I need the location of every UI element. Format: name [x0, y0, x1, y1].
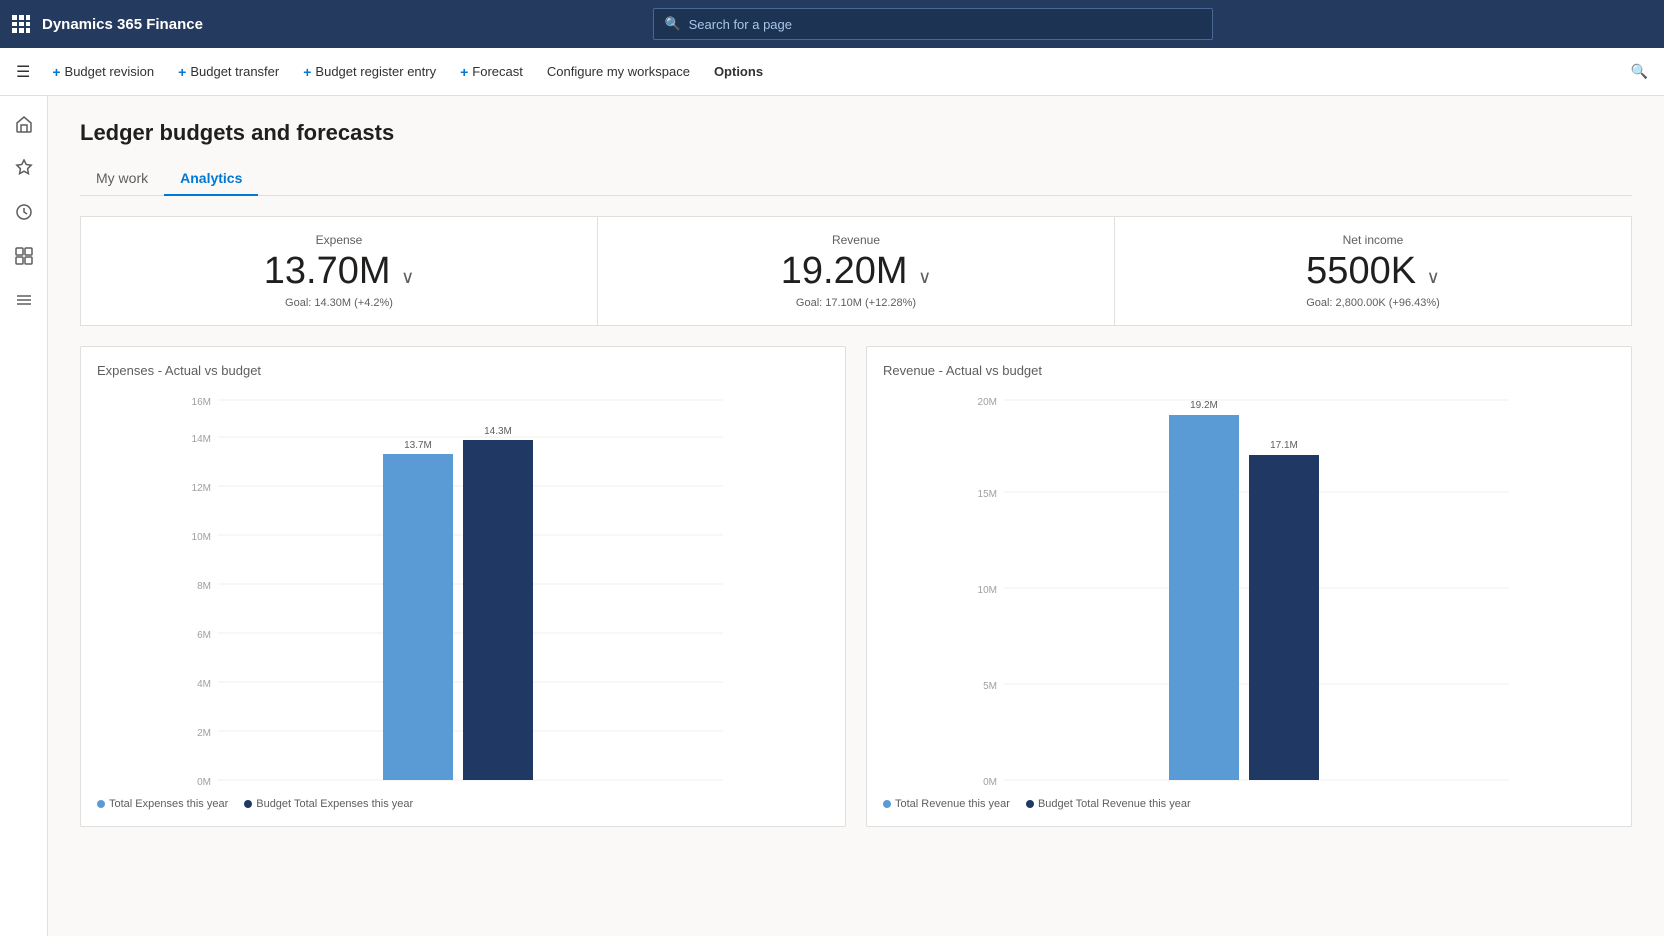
expense-chart-card: Expenses - Actual vs budget 0M 2M 4M 6M …	[80, 346, 846, 827]
configure-workspace-btn[interactable]: Configure my workspace	[537, 58, 700, 85]
kpi-expense-goal: Goal: 14.30M (+4.2%)	[101, 297, 577, 309]
expense-budget-bar	[463, 440, 533, 780]
svg-text:10M: 10M	[192, 532, 211, 543]
revenue-chart-area: 0M 5M 10M 15M 20M 19.2M	[883, 390, 1615, 790]
budget-revision-label: Budget revision	[65, 64, 155, 79]
expense-chart-legend: Total Expenses this year Budget Total Ex…	[97, 798, 829, 810]
home-icon[interactable]	[4, 104, 44, 144]
budget-transfer-btn[interactable]: + Budget transfer	[168, 58, 289, 86]
content-area: Ledger budgets and forecasts My work Ana…	[48, 96, 1664, 936]
svg-text:19.2M: 19.2M	[1190, 400, 1218, 411]
revenue-chart-legend: Total Revenue this year Budget Total Rev…	[883, 798, 1615, 810]
kpi-revenue: Revenue 19.20M ∨ Goal: 17.10M (+12.28%)	[598, 217, 1115, 325]
svg-text:8M: 8M	[197, 581, 211, 592]
configure-workspace-label: Configure my workspace	[547, 64, 690, 79]
svg-text:0M: 0M	[983, 777, 997, 788]
svg-text:2M: 2M	[197, 728, 211, 739]
svg-text:16M: 16M	[192, 397, 211, 408]
tab-my-work[interactable]: My work	[80, 162, 164, 196]
modules-icon[interactable]	[4, 280, 44, 320]
kpi-net-income-label: Net income	[1135, 233, 1611, 247]
expense-legend-budget: Budget Total Expenses this year	[244, 798, 413, 810]
svg-text:14.3M: 14.3M	[484, 426, 512, 437]
waffle-menu[interactable]	[12, 15, 30, 33]
expense-chart-title: Expenses - Actual vs budget	[97, 363, 829, 378]
budget-register-label: Budget register entry	[315, 64, 436, 79]
plus-icon-2: +	[178, 64, 186, 80]
search-placeholder: Search for a page	[689, 17, 792, 32]
kpi-row: Expense 13.70M ∨ Goal: 14.30M (+4.2%) Re…	[80, 216, 1632, 326]
kpi-net-income: Net income 5500K ∨ Goal: 2,800.00K (+96.…	[1115, 217, 1631, 325]
app-title: Dynamics 365 Finance	[42, 16, 203, 33]
revenue-actual-bar	[1169, 415, 1239, 780]
revenue-chart-title: Revenue - Actual vs budget	[883, 363, 1615, 378]
svg-text:20M: 20M	[978, 397, 997, 408]
kpi-revenue-arrow: ∨	[918, 267, 931, 287]
expense-actual-dot	[97, 800, 105, 808]
svg-text:0M: 0M	[197, 777, 211, 788]
sidebar	[0, 96, 48, 936]
svg-text:10M: 10M	[978, 585, 997, 596]
revenue-chart-svg: 0M 5M 10M 15M 20M 19.2M	[883, 390, 1615, 790]
expense-budget-dot	[244, 800, 252, 808]
revenue-actual-dot	[883, 800, 891, 808]
revenue-budget-dot	[1026, 800, 1034, 808]
svg-text:17.1M: 17.1M	[1270, 440, 1298, 451]
svg-text:15M: 15M	[978, 489, 997, 500]
tab-analytics[interactable]: Analytics	[164, 162, 258, 196]
global-search[interactable]: 🔍 Search for a page	[653, 8, 1213, 40]
plus-icon-3: +	[303, 64, 311, 80]
svg-text:5M: 5M	[983, 681, 997, 692]
svg-text:13.7M: 13.7M	[404, 440, 432, 451]
kpi-revenue-goal: Goal: 17.10M (+12.28%)	[618, 297, 1094, 309]
kpi-expense-arrow: ∨	[401, 267, 414, 287]
kpi-expense: Expense 13.70M ∨ Goal: 14.30M (+4.2%)	[81, 217, 598, 325]
forecast-btn[interactable]: + Forecast	[450, 58, 533, 86]
revenue-legend-actual: Total Revenue this year	[883, 798, 1010, 810]
search-icon: 🔍	[664, 16, 680, 32]
recent-icon[interactable]	[4, 192, 44, 232]
main-layout: Ledger budgets and forecasts My work Ana…	[0, 96, 1664, 936]
kpi-expense-value: 13.70M ∨	[101, 251, 577, 293]
nav-hamburger[interactable]: ☰	[8, 54, 38, 90]
options-btn[interactable]: Options	[704, 58, 773, 85]
svg-text:12M: 12M	[192, 483, 211, 494]
revenue-legend-budget: Budget Total Revenue this year	[1026, 798, 1191, 810]
workspaces-icon[interactable]	[4, 236, 44, 276]
revenue-chart-card: Revenue - Actual vs budget 0M 5M 10M 15M…	[866, 346, 1632, 827]
budget-revision-btn[interactable]: + Budget revision	[42, 58, 164, 86]
kpi-revenue-label: Revenue	[618, 233, 1094, 247]
expense-chart-area: 0M 2M 4M 6M 8M 10M 12M 14M 16M	[97, 390, 829, 790]
svg-text:14M: 14M	[192, 434, 211, 445]
charts-row: Expenses - Actual vs budget 0M 2M 4M 6M …	[80, 346, 1632, 827]
top-bar: Dynamics 365 Finance 🔍 Search for a page	[0, 0, 1664, 48]
budget-transfer-label: Budget transfer	[190, 64, 279, 79]
revenue-budget-bar	[1249, 455, 1319, 780]
budget-register-btn[interactable]: + Budget register entry	[293, 58, 446, 86]
secondary-nav: ☰ + Budget revision + Budget transfer + …	[0, 48, 1664, 96]
expense-chart-svg: 0M 2M 4M 6M 8M 10M 12M 14M 16M	[97, 390, 829, 790]
nav-search-icon[interactable]: 🔍	[1623, 57, 1656, 86]
kpi-net-income-value: 5500K ∨	[1135, 251, 1611, 293]
forecast-label: Forecast	[472, 64, 523, 79]
kpi-net-income-arrow: ∨	[1427, 267, 1440, 287]
page-title: Ledger budgets and forecasts	[80, 120, 1632, 146]
plus-icon: +	[52, 64, 60, 80]
expense-actual-bar	[383, 454, 453, 780]
kpi-revenue-value: 19.20M ∨	[618, 251, 1094, 293]
kpi-expense-label: Expense	[101, 233, 577, 247]
favorites-icon[interactable]	[4, 148, 44, 188]
plus-icon-4: +	[460, 64, 468, 80]
tabs: My work Analytics	[80, 162, 1632, 196]
svg-text:4M: 4M	[197, 679, 211, 690]
svg-text:6M: 6M	[197, 630, 211, 641]
kpi-net-income-goal: Goal: 2,800.00K (+96.43%)	[1135, 297, 1611, 309]
expense-legend-actual: Total Expenses this year	[97, 798, 228, 810]
